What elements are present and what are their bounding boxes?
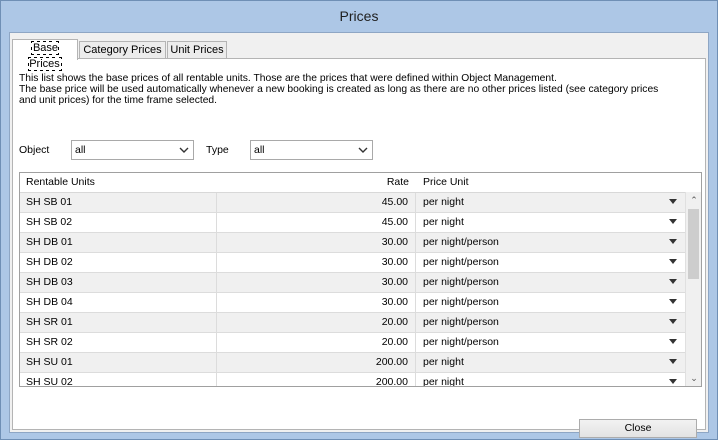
object-label: Object <box>19 144 50 156</box>
cell-price-unit-dropdown[interactable]: per night/person <box>416 333 685 352</box>
object-select[interactable]: all <box>71 140 194 160</box>
vertical-scrollbar[interactable]: ⌃ ⌄ <box>685 192 701 386</box>
cell-price-unit-dropdown[interactable]: per night/person <box>416 293 685 312</box>
prices-grid: Rentable Units Rate Price Unit SH SB 01 4… <box>19 172 702 387</box>
tab-category-prices[interactable]: Category Prices <box>79 41 166 59</box>
cell-price-unit-dropdown[interactable]: per night/person <box>416 233 685 252</box>
tab-category-prices-label: Category Prices <box>83 44 162 56</box>
window-title: Prices <box>339 8 379 24</box>
table-row[interactable]: SH SR 01 20.00 per night/person <box>20 313 685 333</box>
scroll-up-icon[interactable]: ⌃ <box>686 192 701 208</box>
cell-rentable-unit[interactable]: SH SU 01 <box>20 353 217 372</box>
cell-rate[interactable]: 30.00 <box>217 293 416 312</box>
table-row[interactable]: SH DB 03 30.00 per night/person <box>20 273 685 293</box>
table-row[interactable]: SH DB 04 30.00 per night/person <box>20 293 685 313</box>
scrollbar-thumb[interactable] <box>688 209 699 279</box>
dropdown-arrow-icon[interactable] <box>669 299 677 304</box>
description-line-3: and unit prices) for the time frame sele… <box>19 95 218 106</box>
tab-base-prices[interactable]: Base Prices <box>12 39 78 71</box>
type-label: Type <box>206 144 229 156</box>
dropdown-arrow-icon[interactable] <box>669 259 677 264</box>
cell-rentable-unit[interactable]: SH SU 02 <box>20 373 217 386</box>
cell-rate[interactable]: 30.00 <box>217 233 416 252</box>
description-line-1: This list shows the base prices of all r… <box>19 73 557 84</box>
price-unit-value: per night <box>423 356 464 368</box>
cell-price-unit-dropdown[interactable]: per night <box>416 373 685 387</box>
chevron-down-icon <box>358 147 368 153</box>
description-line-2: The base price will be used automaticall… <box>19 84 659 95</box>
type-select[interactable]: all <box>250 140 373 160</box>
cell-rentable-unit[interactable]: SH DB 01 <box>20 233 217 252</box>
tab-base-prices-label: Base Prices <box>28 41 62 71</box>
price-unit-value: per night/person <box>423 236 499 248</box>
base-prices-page: This list shows the base prices of all r… <box>12 58 706 438</box>
price-unit-value: per night/person <box>423 336 499 348</box>
table-row[interactable]: SH SB 01 45.00 per night <box>20 193 685 213</box>
description-text: This list shows the base prices of all r… <box>19 73 699 106</box>
column-header-rate[interactable]: Rate <box>217 173 409 192</box>
dropdown-arrow-icon[interactable] <box>669 279 677 284</box>
dialog-client-area: Base Prices Category Prices Unit Prices … <box>9 32 709 438</box>
column-header-price-unit[interactable]: Price Unit <box>423 173 469 192</box>
price-unit-value: per night/person <box>423 256 499 268</box>
cell-rentable-unit[interactable]: SH DB 03 <box>20 273 217 292</box>
grid-header-corner <box>685 173 701 192</box>
cell-price-unit-dropdown[interactable]: per night/person <box>416 253 685 272</box>
cell-rate[interactable]: 200.00 <box>217 353 416 372</box>
dropdown-arrow-icon[interactable] <box>669 239 677 244</box>
cell-rate[interactable]: 20.00 <box>217 333 416 352</box>
cell-price-unit-dropdown[interactable]: per night <box>416 213 685 232</box>
cell-rentable-unit[interactable]: SH SB 01 <box>20 193 217 212</box>
cell-rentable-unit[interactable]: SH SR 02 <box>20 333 217 352</box>
price-unit-value: per night/person <box>423 316 499 328</box>
cell-price-unit-dropdown[interactable]: per night/person <box>416 273 685 292</box>
type-select-value: all <box>254 144 265 156</box>
price-unit-value: per night/person <box>423 276 499 288</box>
cell-rate[interactable]: 30.00 <box>217 253 416 272</box>
cell-rate[interactable]: 20.00 <box>217 313 416 332</box>
chevron-down-icon <box>179 147 189 153</box>
cell-rate[interactable]: 45.00 <box>217 213 416 232</box>
price-unit-value: per night <box>423 376 464 387</box>
table-row[interactable]: SH SU 01 200.00 per night <box>20 353 685 373</box>
cell-price-unit-dropdown[interactable]: per night/person <box>416 313 685 332</box>
tab-unit-prices-label: Unit Prices <box>170 44 224 56</box>
cell-rentable-unit[interactable]: SH DB 04 <box>20 293 217 312</box>
price-unit-value: per night <box>423 196 464 208</box>
dropdown-arrow-icon[interactable] <box>669 339 677 344</box>
prices-window: Prices Base Prices Category Prices Unit … <box>0 0 718 440</box>
table-row[interactable]: SH SU 02 200.00 per night <box>20 373 685 387</box>
cell-rate[interactable]: 30.00 <box>217 273 416 292</box>
cell-rentable-unit[interactable]: SH DB 02 <box>20 253 217 272</box>
cell-price-unit-dropdown[interactable]: per night <box>416 193 685 212</box>
dropdown-arrow-icon[interactable] <box>669 359 677 364</box>
cell-price-unit-dropdown[interactable]: per night <box>416 353 685 372</box>
cell-rentable-unit[interactable]: SH SB 02 <box>20 213 217 232</box>
cell-rentable-unit[interactable]: SH SR 01 <box>20 313 217 332</box>
table-row[interactable]: SH DB 02 30.00 per night/person <box>20 253 685 273</box>
cell-rate[interactable]: 45.00 <box>217 193 416 212</box>
table-row[interactable]: SH SR 02 20.00 per night/person <box>20 333 685 353</box>
dropdown-arrow-icon[interactable] <box>669 319 677 324</box>
column-header-rentable-units[interactable]: Rentable Units <box>26 173 95 192</box>
tab-unit-prices[interactable]: Unit Prices <box>167 41 227 59</box>
table-row[interactable]: SH SB 02 45.00 per night <box>20 213 685 233</box>
price-unit-value: per night/person <box>423 296 499 308</box>
dropdown-arrow-icon[interactable] <box>669 219 677 224</box>
close-button[interactable]: Close <box>579 419 697 438</box>
object-select-value: all <box>75 144 86 156</box>
cell-rate[interactable]: 200.00 <box>217 373 416 386</box>
scroll-down-icon[interactable]: ⌄ <box>686 370 701 386</box>
table-row[interactable]: SH DB 01 30.00 per night/person <box>20 233 685 253</box>
grid-header: Rentable Units Rate Price Unit <box>20 173 685 193</box>
dropdown-arrow-icon[interactable] <box>669 199 677 204</box>
price-unit-value: per night <box>423 216 464 228</box>
dropdown-arrow-icon[interactable] <box>669 379 677 384</box>
